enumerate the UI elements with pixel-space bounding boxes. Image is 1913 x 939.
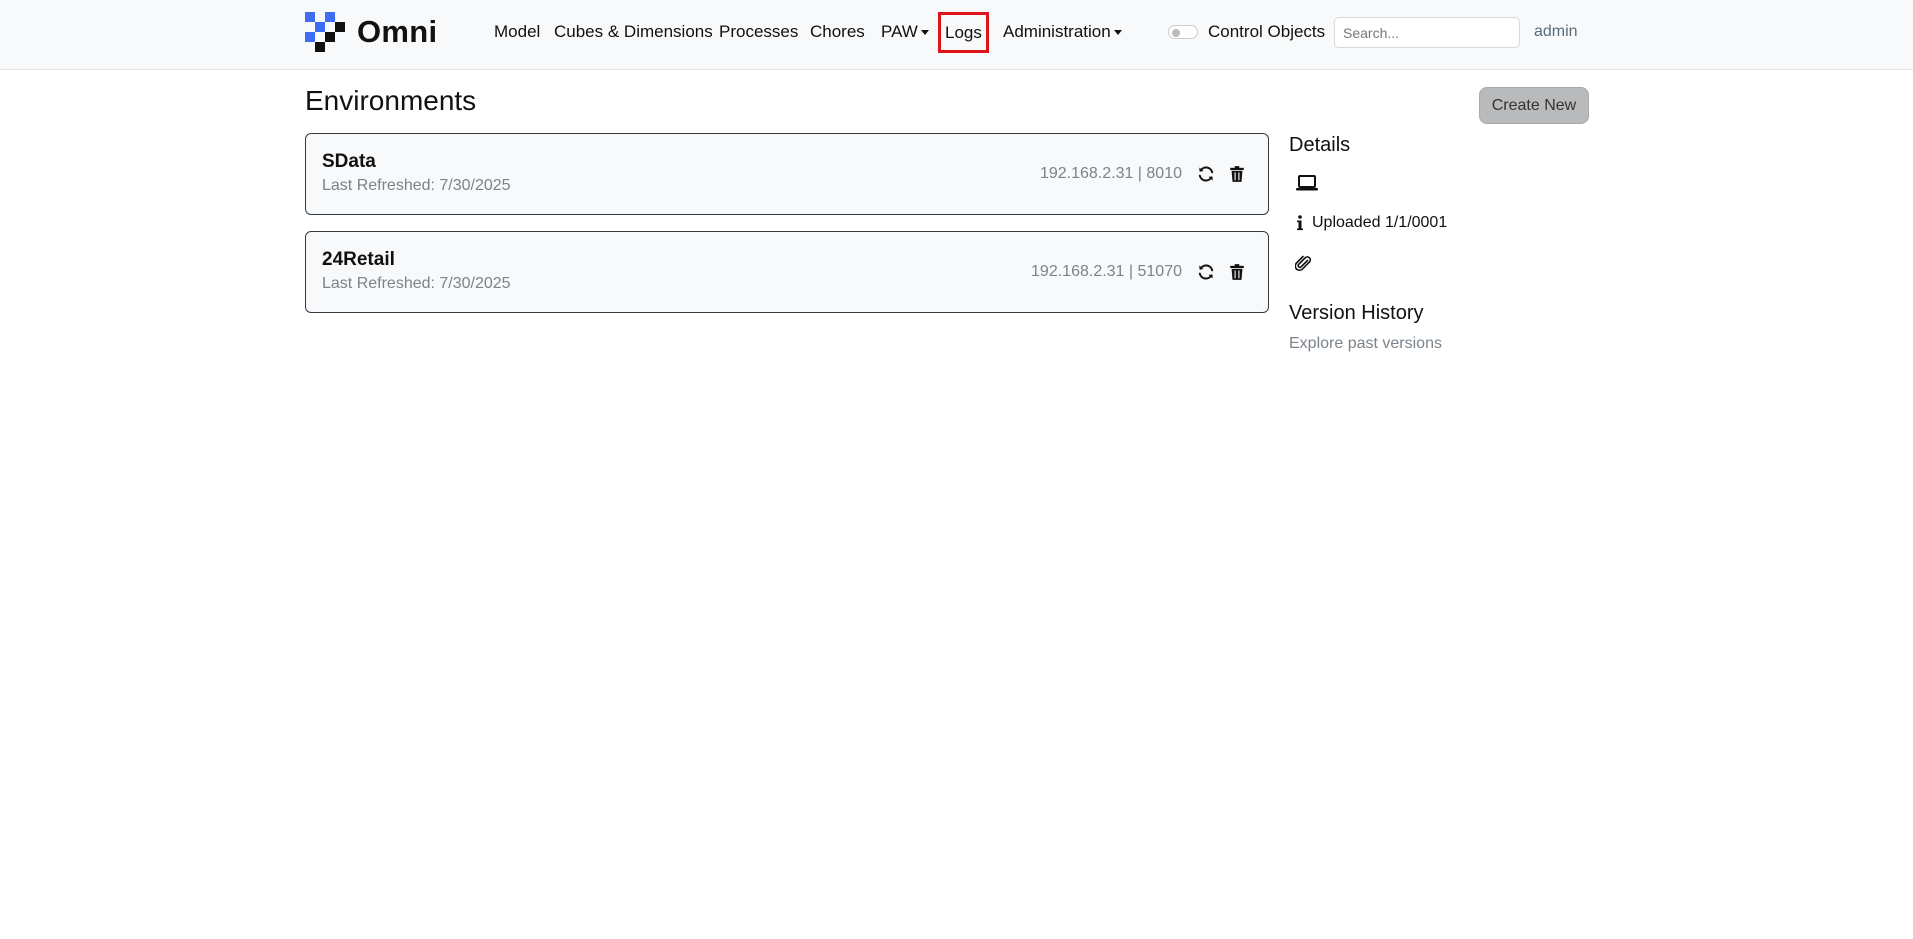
paperclip-icon (1295, 255, 1312, 272)
last-refreshed: Last Refreshed: 7/30/2025 (322, 177, 511, 194)
create-new-button[interactable]: Create New (1479, 87, 1589, 124)
control-objects-label: Control Objects (1208, 22, 1326, 41)
details-attachment-row (1295, 255, 1313, 273)
environment-card[interactable]: 24Retail Last Refreshed: 7/30/2025 192.1… (305, 231, 1269, 313)
refresh-icon (1198, 264, 1214, 280)
refresh-button[interactable] (1196, 262, 1216, 282)
environment-card[interactable]: SData Last Refreshed: 7/30/2025 192.168.… (305, 133, 1269, 215)
trash-icon (1230, 166, 1244, 182)
details-uploaded-row: Uploaded 1/1/0001 (1295, 214, 1447, 232)
nav-administration-label: Administration (1003, 22, 1111, 41)
toggle-knob (1172, 29, 1180, 37)
nav-paw-dropdown[interactable]: PAW (881, 20, 929, 44)
refresh-icon (1198, 166, 1214, 182)
version-history-link[interactable]: Explore past versions (1289, 335, 1442, 353)
omni-logo-icon (305, 12, 345, 52)
environment-host: 192.168.2.31 | 8010 (1039, 165, 1182, 182)
details-laptop-row (1295, 174, 1319, 192)
caret-down-icon (920, 30, 929, 36)
page-title: Environments (305, 85, 477, 116)
uploaded-date: Uploaded 1/1/0001 (1312, 214, 1448, 231)
delete-button[interactable] (1227, 164, 1247, 184)
environment-host: 192.168.2.31 | 51070 (1031, 263, 1182, 280)
caret-down-icon (1113, 30, 1122, 36)
user-menu[interactable]: admin (1534, 21, 1578, 43)
info-icon (1297, 215, 1303, 231)
details-heading: Details (1289, 134, 1351, 156)
control-objects-toggle[interactable] (1168, 25, 1198, 39)
nav-processes[interactable]: Processes (719, 20, 798, 44)
search-input[interactable] (1334, 17, 1520, 48)
nav-cubes-dimensions[interactable]: Cubes & Dimensions (554, 20, 713, 44)
environment-name: SData (322, 151, 376, 172)
nav-model[interactable]: Model (494, 20, 540, 44)
trash-icon (1230, 264, 1244, 280)
nav-chores[interactable]: Chores (810, 20, 865, 44)
nav-administration-dropdown[interactable]: Administration (1003, 20, 1122, 44)
top-navbar: Omni Model Cubes & Dimensions Processes … (0, 0, 1913, 70)
environment-name: 24Retail (322, 249, 395, 270)
laptop-icon (1296, 175, 1318, 191)
refresh-button[interactable] (1196, 164, 1216, 184)
nav-paw-label: PAW (881, 22, 918, 41)
last-refreshed: Last Refreshed: 7/30/2025 (322, 275, 511, 292)
nav-logs[interactable]: Logs (938, 12, 989, 53)
brand-name: Omni (357, 14, 438, 49)
delete-button[interactable] (1227, 262, 1247, 282)
brand[interactable]: Omni (305, 12, 437, 52)
version-history-heading: Version History (1289, 302, 1424, 324)
